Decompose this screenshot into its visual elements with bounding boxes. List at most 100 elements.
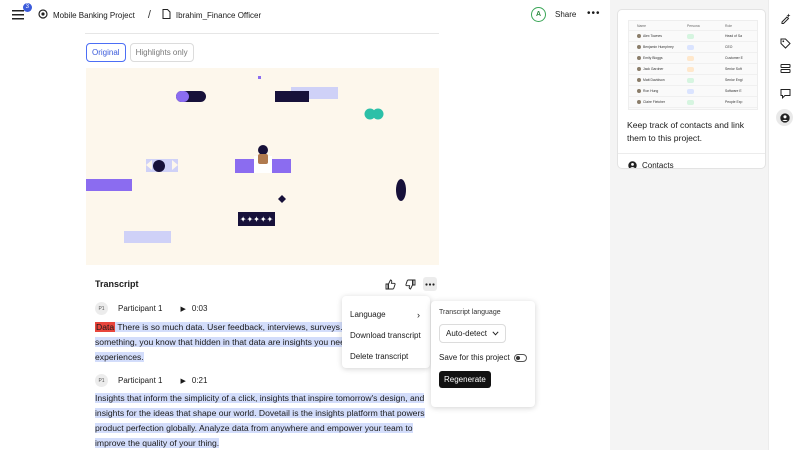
preview-row-role: Customer E	[725, 56, 743, 60]
top-bar: 3 Mobile Banking Project / Ibrahim_Finan…	[0, 0, 610, 30]
more-options-button[interactable]: •••	[587, 8, 601, 19]
view-toggle: Original Highlights only	[86, 43, 194, 62]
breadcrumb: Mobile Banking Project / Ibrahim_Finance…	[38, 9, 261, 21]
project-icon	[38, 9, 48, 21]
comment-icon[interactable]	[777, 85, 793, 101]
preview-row-name: Ron Hung	[643, 89, 659, 93]
preview-row: Benjamin Humphrey CEO	[629, 42, 757, 53]
save-for-project-label: Save for this project	[439, 353, 510, 362]
preview-header-name: Name	[637, 23, 647, 28]
timestamp[interactable]: 0:03	[192, 304, 208, 313]
timestamp[interactable]: 0:21	[192, 376, 208, 385]
persona-pill	[687, 44, 695, 50]
divider	[85, 33, 439, 34]
tag-icon[interactable]	[777, 35, 793, 51]
preview-row: Claire Fletcher People Exp	[629, 97, 757, 108]
preview-row-role: People Exp	[725, 100, 743, 104]
avatar	[637, 100, 641, 104]
language-panel-title: Transcript language	[439, 309, 501, 316]
preview-row-role: Senior Soft	[725, 67, 742, 71]
svg-text:✦✦✦✦✦: ✦✦✦✦✦	[240, 215, 274, 224]
preview-row: Jack Gardner Senior Soft	[629, 64, 757, 75]
breadcrumb-document[interactable]: Ibrahim_Finance Officer	[176, 11, 261, 20]
breadcrumb-project[interactable]: Mobile Banking Project	[53, 11, 135, 20]
document-icon	[162, 9, 171, 21]
preview-row: Ron Hung Software E	[629, 86, 757, 97]
transcript-context-menu: Language › Download transcript Delete tr…	[342, 296, 430, 368]
chevron-down-icon	[492, 331, 499, 336]
preview-row-role: Senior Engi	[725, 78, 743, 82]
persona-pill	[687, 55, 695, 61]
sparkle-pen-icon[interactable]	[777, 10, 793, 26]
play-icon[interactable]: ▶	[180, 305, 185, 313]
persona-pill	[687, 33, 695, 39]
menu-item-label: Download transcript	[350, 331, 421, 340]
thumbs-down-icon[interactable]	[403, 277, 417, 291]
play-icon[interactable]: ▶	[180, 377, 185, 385]
preview-row-role: Software E	[725, 89, 742, 93]
menu-item-label: Delete transcript	[350, 352, 409, 361]
contacts-link[interactable]: Contacts	[628, 161, 674, 169]
speaker-row: P1 Participant 1 ▶ 0:03	[95, 302, 207, 315]
contacts-link-label: Contacts	[642, 161, 674, 169]
contacts-card: Name Persona Role Alex Townes Head of Sa…	[617, 9, 766, 169]
speaker-avatar: P1	[95, 302, 108, 315]
chevron-right-icon: ›	[417, 309, 420, 320]
preview-row-name: Alex Townes	[643, 34, 662, 38]
highlight-tag[interactable]: Data	[95, 322, 116, 332]
menu-item-language[interactable]: Language ›	[342, 304, 430, 325]
save-for-project-toggle[interactable]	[514, 353, 527, 362]
notification-badge: 3	[22, 3, 32, 12]
menu-icon[interactable]: 3	[10, 3, 32, 23]
language-select[interactable]: Auto-detect	[439, 324, 506, 343]
speaker-row: P1 Participant 1 ▶ 0:21	[95, 374, 207, 387]
breadcrumb-separator: /	[147, 9, 151, 21]
divider	[618, 153, 765, 154]
preview-header: Name Persona Role	[629, 21, 757, 31]
preview-row: Matt Davidson Senior Engi	[629, 75, 757, 86]
highlights-only-button[interactable]: Highlights only	[129, 43, 194, 62]
persona-pill	[687, 99, 695, 105]
preview-row: Emily Bloggs Customer E	[629, 53, 757, 64]
transcript-actions	[383, 277, 437, 291]
preview-row-role: Head of Sa	[725, 34, 742, 38]
stack-icon[interactable]	[777, 60, 793, 76]
illustration-graphic: ✦✦✦✦✦	[86, 76, 406, 243]
contacts-description: Keep track of contacts and link them to …	[627, 120, 745, 143]
persona-pill	[687, 88, 695, 94]
preview-row-role: CEO	[725, 45, 733, 49]
preview-header-persona: Persona	[687, 23, 700, 28]
transcript-paragraph[interactable]: Insights that inform the simplicity of a…	[95, 391, 435, 450]
language-select-value: Auto-detect	[446, 329, 487, 338]
speaker-name: Participant 1	[118, 376, 163, 385]
contact-icon[interactable]	[776, 109, 793, 126]
avatar[interactable]: A	[531, 7, 546, 22]
thumbs-up-icon[interactable]	[383, 277, 397, 291]
avatar	[637, 56, 641, 60]
share-button[interactable]: Share	[555, 10, 576, 19]
avatar	[637, 34, 641, 38]
persona-pill	[687, 77, 695, 83]
speaker-avatar: P1	[95, 374, 108, 387]
preview-row-name: Claire Fletcher	[643, 100, 666, 104]
right-rail	[768, 0, 800, 450]
transcript-title: Transcript	[95, 279, 139, 289]
menu-item-delete-transcript[interactable]: Delete transcript	[342, 346, 430, 367]
original-view-button[interactable]: Original	[86, 43, 126, 62]
video-illustration[interactable]: ✦✦✦✦✦	[86, 68, 439, 265]
transcript-more-icon[interactable]	[423, 277, 437, 291]
avatar	[637, 78, 641, 82]
save-for-project-row: Save for this project	[439, 353, 527, 362]
menu-item-label: Language	[350, 310, 386, 319]
persona-pill	[687, 66, 695, 72]
preview-row-name: Benjamin Humphrey	[643, 45, 674, 49]
preview-header-role: Role	[725, 23, 732, 28]
avatar	[637, 89, 641, 93]
preview-row-name: Matt Davidson	[643, 78, 665, 82]
regenerate-button[interactable]: Regenerate	[439, 371, 491, 388]
contacts-preview: Name Persona Role Alex Townes Head of Sa…	[628, 20, 758, 110]
speaker-name: Participant 1	[118, 304, 163, 313]
menu-item-download-transcript[interactable]: Download transcript	[342, 325, 430, 346]
avatar	[637, 67, 641, 71]
preview-row-name: Emily Bloggs	[643, 56, 663, 60]
